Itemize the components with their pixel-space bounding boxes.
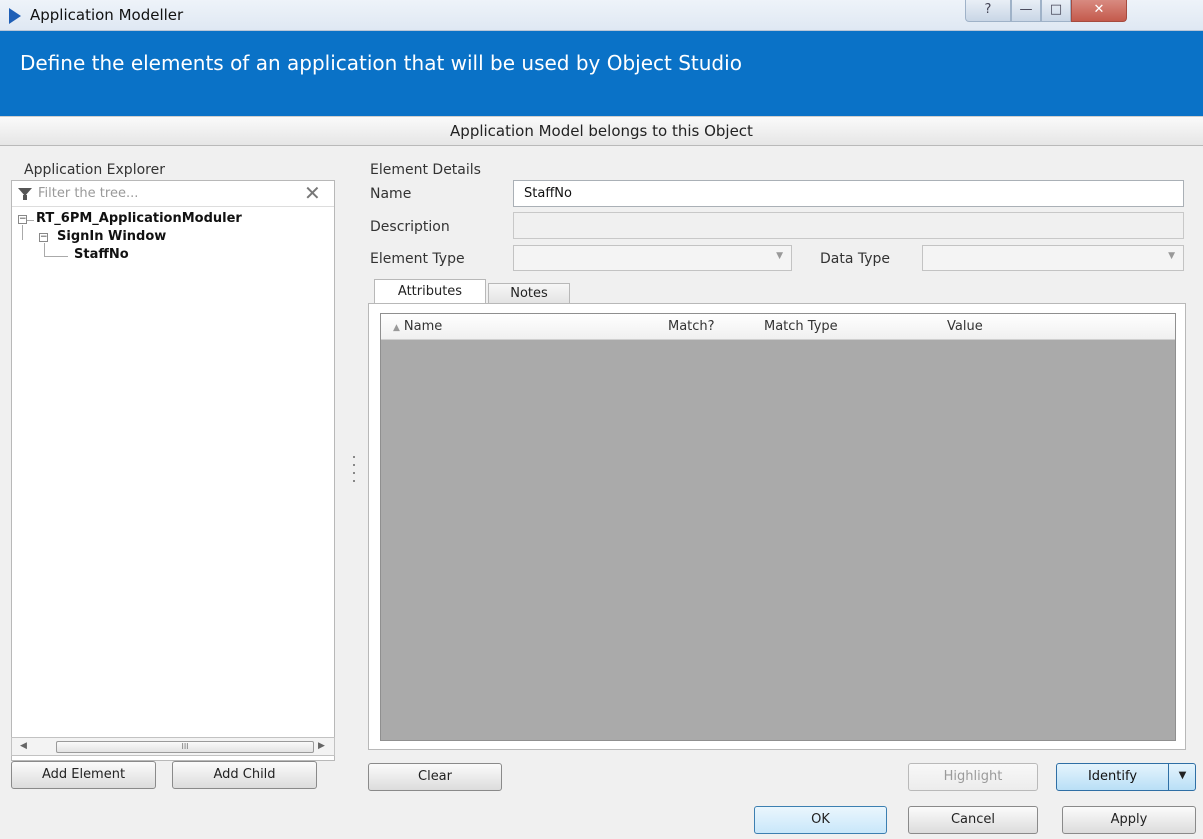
banner-text: Define the elements of an application th… bbox=[20, 51, 742, 75]
attributes-grid[interactable]: ▲ Name Match? Match Type Value bbox=[380, 313, 1176, 741]
identify-split-button[interactable]: Identify ▼ bbox=[1056, 763, 1196, 791]
collapse-child-icon[interactable]: − bbox=[39, 233, 48, 242]
explorer-title: Application Explorer bbox=[24, 162, 165, 178]
tree-connector bbox=[22, 225, 23, 240]
tree-node-signin-window[interactable]: SignIn Window bbox=[57, 229, 166, 244]
minimize-button[interactable]: — bbox=[1011, 0, 1041, 22]
help-icon: ? bbox=[984, 2, 992, 17]
description-field[interactable] bbox=[513, 212, 1184, 239]
tree-connector bbox=[27, 220, 34, 221]
scroll-left-icon[interactable]: ◀ bbox=[20, 741, 27, 751]
model-belongs-button[interactable]: Application Model belongs to this Object bbox=[0, 116, 1203, 146]
explorer-horizontal-scrollbar[interactable]: ◀ III ▶ bbox=[11, 737, 335, 756]
column-header-value[interactable]: Value bbox=[947, 319, 983, 334]
tree-node-root[interactable]: RT_6PM_ApplicationModuler bbox=[36, 211, 242, 226]
sort-up-icon: ▲ bbox=[393, 323, 400, 333]
title-bar: Application Modeller ? — □ ✕ bbox=[0, 0, 1203, 31]
filter-icon-stem bbox=[23, 195, 27, 200]
attributes-panel: ▲ Name Match? Match Type Value bbox=[368, 303, 1186, 750]
filter-input[interactable] bbox=[38, 183, 298, 203]
identify-button[interactable]: Identify bbox=[1057, 764, 1169, 790]
identify-dropdown-icon[interactable]: ▼ bbox=[1170, 764, 1195, 790]
data-type-select[interactable]: ▼ bbox=[922, 245, 1184, 271]
tree-connector bbox=[44, 243, 45, 256]
chevron-down-icon: ▼ bbox=[776, 251, 783, 261]
scroll-thumb[interactable]: III bbox=[56, 741, 314, 753]
highlight-button[interactable]: Highlight bbox=[908, 763, 1038, 791]
minimize-icon: — bbox=[1019, 2, 1033, 17]
element-details-title: Element Details bbox=[370, 162, 481, 178]
application-explorer-panel: ✕ − RT_6PM_ApplicationModuler − SignIn W… bbox=[11, 180, 335, 761]
ok-button[interactable]: OK bbox=[754, 806, 887, 834]
add-element-button[interactable]: Add Element bbox=[11, 761, 156, 789]
panel-splitter[interactable] bbox=[352, 456, 356, 492]
data-type-label: Data Type bbox=[820, 251, 891, 267]
filter-row: ✕ bbox=[12, 181, 334, 207]
clear-filter-icon[interactable]: ✕ bbox=[304, 182, 321, 204]
element-type-select[interactable]: ▼ bbox=[513, 245, 792, 271]
window-title: Application Modeller bbox=[30, 6, 184, 24]
collapse-root-icon[interactable]: − bbox=[18, 215, 27, 224]
name-field[interactable] bbox=[513, 180, 1184, 207]
clear-button[interactable]: Clear bbox=[368, 763, 502, 791]
close-button[interactable]: ✕ bbox=[1071, 0, 1127, 22]
column-header-match-type[interactable]: Match Type bbox=[764, 319, 838, 334]
tree-node-staffno[interactable]: StaffNo bbox=[74, 247, 129, 262]
add-child-button[interactable]: Add Child bbox=[172, 761, 317, 789]
column-header-name-label: Name bbox=[403, 319, 443, 334]
maximize-button[interactable]: □ bbox=[1041, 0, 1071, 22]
chevron-down-icon: ▼ bbox=[1168, 251, 1175, 261]
grid-header: ▲ Name Match? Match Type Value bbox=[381, 314, 1175, 340]
column-header-match[interactable]: Match? bbox=[668, 319, 715, 334]
tab-attributes[interactable]: Attributes bbox=[374, 279, 486, 304]
column-header-name[interactable]: ▲ Name bbox=[393, 319, 442, 334]
name-label: Name bbox=[370, 186, 412, 202]
description-label: Description bbox=[370, 219, 450, 235]
maximize-icon: □ bbox=[1049, 2, 1063, 17]
close-icon: ✕ bbox=[1093, 2, 1105, 17]
apply-button[interactable]: Apply bbox=[1062, 806, 1196, 834]
tab-notes[interactable]: Notes bbox=[488, 283, 570, 304]
scroll-right-icon[interactable]: ▶ bbox=[318, 741, 325, 751]
element-type-label: Element Type bbox=[370, 251, 465, 267]
cancel-button[interactable]: Cancel bbox=[908, 806, 1038, 834]
tree-connector bbox=[44, 256, 68, 257]
help-button[interactable]: ? bbox=[965, 0, 1011, 22]
app-logo-icon bbox=[9, 8, 21, 24]
header-banner: Define the elements of an application th… bbox=[0, 31, 1203, 116]
